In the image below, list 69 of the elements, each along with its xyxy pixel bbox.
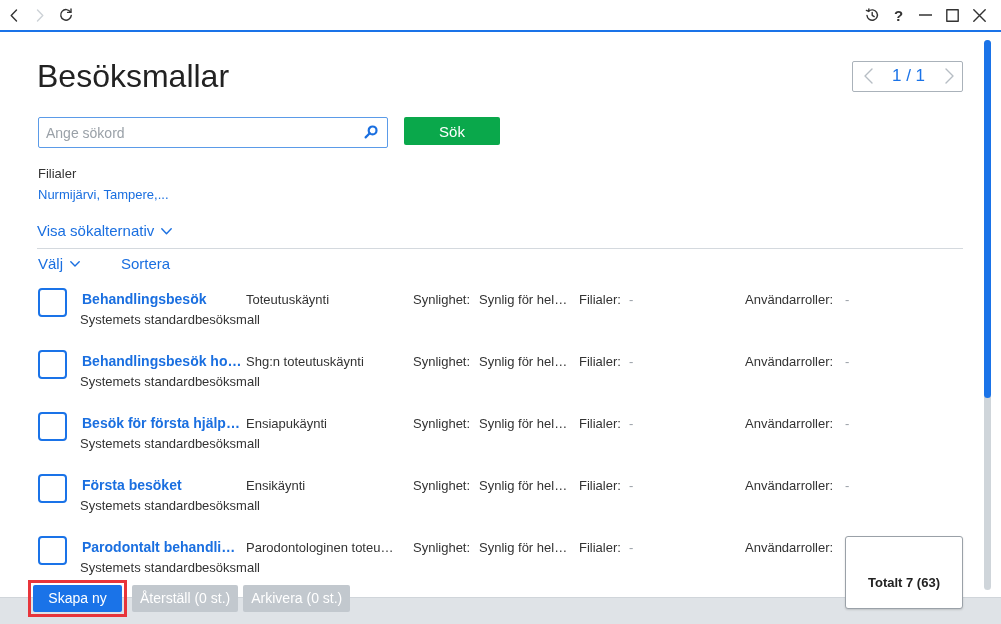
history-icon	[864, 8, 879, 22]
checkbox[interactable]	[38, 536, 67, 565]
help-button[interactable]: ?	[885, 2, 912, 28]
template-description: Systemets standardbesöksmall	[80, 311, 260, 327]
user-roles-value: -	[845, 415, 850, 431]
user-roles-value: -	[845, 353, 850, 369]
visit-type-text: Ensikäynti	[246, 477, 306, 493]
branches-label: Filialer:	[579, 415, 621, 431]
user-roles-label: Användarroller:	[745, 539, 834, 555]
branches-value: -	[629, 539, 634, 555]
template-name-link[interactable]: Behandlingsbesök	[82, 291, 207, 307]
search-field[interactable]: Ange sökord	[38, 117, 388, 148]
branches-value: -	[629, 291, 634, 307]
branches-value: -	[629, 415, 634, 431]
visibility-value: Synlig för hel…	[479, 291, 568, 307]
visibility-value: Synlig för hel…	[479, 353, 568, 369]
scrollbar-track[interactable]	[984, 40, 991, 590]
checkbox[interactable]	[38, 350, 67, 379]
template-name-link[interactable]: Behandlingsbesök ho…	[82, 353, 242, 369]
visit-type-text: Shg:n toteutuskäynti	[246, 353, 364, 369]
search-options-toggle[interactable]: Visa sökalternativ	[37, 221, 173, 241]
branches-label: Filialer:	[579, 539, 621, 555]
create-new-button[interactable]: Skapa ny	[33, 584, 122, 612]
visibility-label: Synlighet:	[413, 353, 471, 369]
visit-type-text: Toteutuskäynti	[246, 291, 330, 307]
chevron-down-icon	[70, 261, 80, 267]
branches-label: Filialer:	[579, 353, 621, 369]
visibility-label: Synlighet:	[413, 291, 471, 307]
user-roles-value: -	[845, 291, 850, 307]
select-dropdown[interactable]: Välj	[38, 254, 80, 274]
user-roles-label: Användarroller:	[745, 291, 834, 307]
visibility-label: Synlighet:	[413, 415, 471, 431]
checkbox[interactable]	[38, 412, 67, 441]
user-roles-label: Användarroller:	[745, 353, 834, 369]
filter-label: Filialer	[38, 165, 77, 183]
template-description: Systemets standardbesöksmall	[80, 497, 260, 513]
template-description: Systemets standardbesöksmall	[80, 435, 260, 451]
minimize-icon	[919, 14, 932, 16]
total-count-panel: Totalt 7 (63)	[845, 536, 963, 609]
visibility-value: Synlig för hel…	[479, 539, 568, 555]
branches-value: -	[629, 477, 634, 493]
template-description: Systemets standardbesöksmall	[80, 373, 260, 389]
branches-label: Filialer:	[579, 291, 621, 307]
scrollbar-thumb[interactable]	[984, 40, 991, 398]
checkbox[interactable]	[38, 288, 67, 317]
visibility-value: Synlig för hel…	[479, 477, 568, 493]
template-name-link[interactable]: Första besöket	[82, 477, 182, 493]
user-roles-label: Användarroller:	[745, 415, 834, 431]
sort-button[interactable]: Sortera	[121, 254, 171, 274]
close-icon	[973, 8, 986, 22]
user-roles-value: -	[845, 477, 850, 493]
page-title: Besöksmallar	[37, 57, 230, 96]
user-roles-label: Användarroller:	[745, 477, 834, 493]
visit-type-text: Parodontologinen toteu…	[246, 539, 394, 555]
visit-type-text: Ensiapukäynti	[246, 415, 327, 431]
template-description: Systemets standardbesöksmall	[80, 559, 260, 575]
search-button[interactable]: Sök	[404, 117, 500, 145]
branches-label: Filialer:	[579, 477, 621, 493]
visibility-label: Synlighet:	[413, 539, 471, 555]
visibility-label: Synlighet:	[413, 477, 471, 493]
branches-value: -	[629, 353, 634, 369]
template-name-link[interactable]: Parodontalt behandli…	[82, 539, 236, 555]
page-indicator: 1 / 1	[891, 66, 926, 86]
filter-link[interactable]: Nurmijärvi, Tampere,...	[38, 186, 169, 204]
checkbox[interactable]	[38, 474, 67, 503]
maximize-icon	[946, 8, 959, 22]
search-icon	[364, 125, 378, 139]
visibility-value: Synlig för hel…	[479, 415, 568, 431]
template-name-link[interactable]: Besök för första hjälp…	[82, 415, 240, 431]
